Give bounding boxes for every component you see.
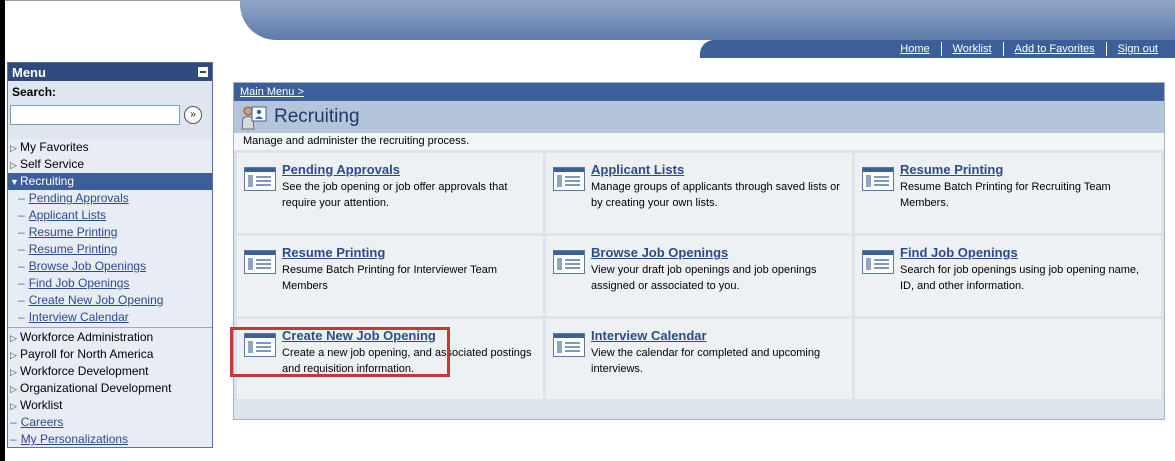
tile-description: Search for job openings using job openin… [900, 264, 1140, 292]
expand-triangle-icon: ▷ [10, 333, 17, 343]
menu-item-label: Workforce Administration [20, 330, 154, 344]
tile-resume-printing-recruiting[interactable]: Resume Printing Resume Batch Printing fo… [855, 153, 1161, 233]
page-icon [553, 250, 585, 274]
submenu-link[interactable]: Pending Approvals [29, 191, 129, 205]
tile-description: Resume Batch Printing for Recruiting Tea… [900, 181, 1111, 209]
tile-title[interactable]: Resume Printing [282, 245, 385, 260]
top-nav-bar: Home Worklist Add to Favorites Sign out [700, 40, 1175, 58]
tile-resume-printing-interviewer[interactable]: Resume Printing Resume Batch Printing fo… [237, 236, 543, 316]
empty-tile [855, 319, 1161, 399]
menu-link-label[interactable]: My Personalizations [21, 432, 128, 446]
submenu-link[interactable]: Browse Job Openings [29, 259, 146, 273]
home-link[interactable]: Home [889, 43, 940, 55]
menu-item-label: Payroll for North America [20, 347, 154, 361]
page-title-bar: Recruiting [234, 101, 1164, 133]
menu-item-self-service[interactable]: ▷ Self Service [8, 156, 212, 173]
expand-triangle-icon: ▷ [10, 401, 17, 411]
submenu-link[interactable]: Create New Job Opening [29, 293, 164, 307]
submenu-link[interactable]: Interview Calendar [29, 310, 129, 324]
recruiting-people-icon [240, 104, 268, 130]
menu-item-organizational-development[interactable]: ▷ Organizational Development [8, 380, 212, 397]
sign-out-link[interactable]: Sign out [1107, 43, 1169, 55]
submenu-item-resume-printing-2[interactable]: – Resume Printing [8, 241, 212, 258]
tile-description: View the calendar for completed and upco… [591, 347, 821, 375]
header-banner [240, 0, 1175, 40]
left-menu: Menu Search: » ▷ My Favorites ▷ Self Servi… [7, 62, 213, 448]
page-title: Recruiting [274, 106, 360, 127]
expand-triangle-icon: ▷ [10, 143, 17, 153]
page-icon [244, 250, 276, 274]
tile-title[interactable]: Browse Job Openings [591, 245, 728, 260]
menu-item-label: Organizational Development [20, 381, 172, 395]
menu-item-label: Worklist [20, 398, 63, 412]
menu-search-input[interactable] [10, 105, 180, 125]
page-icon [862, 167, 894, 191]
menu-item-workforce-development[interactable]: ▷ Workforce Development [8, 363, 212, 380]
tile-description: View your draft job openings and job ope… [591, 264, 817, 292]
tile-title[interactable]: Interview Calendar [591, 328, 707, 343]
page-icon [553, 167, 585, 191]
menu-link-label[interactable]: Careers [21, 415, 64, 429]
submenu-item-applicant-lists[interactable]: – Applicant Lists [8, 207, 212, 224]
submenu-item-pending-approvals[interactable]: – Pending Approvals [8, 190, 212, 207]
tile-find-job-openings[interactable]: Find Job Openings Search for job opening… [855, 236, 1161, 316]
submenu-link[interactable]: Resume Printing [29, 225, 118, 239]
tile-description: Manage groups of applicants through save… [591, 181, 840, 209]
highlight-box [230, 327, 450, 377]
menu-item-my-favorites[interactable]: ▷ My Favorites [8, 139, 212, 156]
tile-description: See the job opening or job offer approva… [282, 181, 508, 209]
tile-title[interactable]: Applicant Lists [591, 162, 684, 177]
menu-item-label: Recruiting [20, 174, 75, 188]
submenu-item-browse-job-openings[interactable]: – Browse Job Openings [8, 258, 212, 275]
tile-pending-approvals[interactable]: Pending Approvals See the job opening or… [237, 153, 543, 233]
submenu-item-find-job-openings[interactable]: – Find Job Openings [8, 275, 212, 292]
window-left-border [0, 0, 5, 461]
menu-list: ▷ My Favorites ▷ Self Service ▼Recruiting … [8, 139, 212, 448]
tile-title[interactable]: Find Job Openings [900, 245, 1018, 260]
menu-link-careers[interactable]: – Careers [8, 414, 212, 431]
menu-header: Menu [8, 63, 212, 81]
submenu-item-resume-printing[interactable]: – Resume Printing [8, 224, 212, 241]
tile-title[interactable]: Pending Approvals [282, 162, 400, 177]
menu-item-recruiting[interactable]: ▼Recruiting [8, 173, 212, 190]
tile-description: Resume Batch Printing for Interviewer Te… [282, 264, 497, 292]
menu-link-my-personalizations[interactable]: – My Personalizations [8, 431, 212, 448]
tile-browse-job-openings[interactable]: Browse Job Openings View your draft job … [546, 236, 852, 316]
expand-triangle-icon: ▷ [10, 350, 17, 360]
submenu-item-interview-calendar[interactable]: – Interview Calendar [8, 309, 212, 326]
tile-interview-calendar[interactable]: Interview Calendar View the calendar for… [546, 319, 852, 399]
tile-applicant-lists[interactable]: Applicant Lists Manage groups of applica… [546, 153, 852, 233]
menu-item-label: Workforce Development [20, 364, 149, 378]
expand-triangle-icon: ▷ [10, 160, 17, 170]
page-icon [553, 333, 585, 357]
collapse-triangle-icon: ▼ [10, 177, 19, 187]
expand-triangle-icon: ▷ [10, 367, 17, 377]
expand-triangle-icon: ▷ [10, 384, 17, 394]
menu-divider [8, 327, 212, 328]
menu-item-workforce-administration[interactable]: ▷ Workforce Administration [8, 329, 212, 346]
collapse-icon[interactable] [198, 67, 208, 77]
menu-search-area: Search: » [8, 81, 212, 139]
worklist-link[interactable]: Worklist [942, 43, 1003, 55]
page-icon [862, 250, 894, 274]
menu-item-worklist[interactable]: ▷ Worklist [8, 397, 212, 414]
search-label: Search: [12, 85, 57, 99]
menu-item-label: My Favorites [20, 140, 89, 154]
submenu-link[interactable]: Resume Printing [29, 242, 118, 256]
menu-item-payroll[interactable]: ▷ Payroll for North America [8, 346, 212, 363]
page-icon [244, 167, 276, 191]
breadcrumb: Main Menu > [234, 83, 1164, 101]
add-to-favorites-link[interactable]: Add to Favorites [1004, 43, 1106, 55]
submenu-item-create-new-job-opening[interactable]: – Create New Job Opening [8, 292, 212, 309]
menu-item-label: Self Service [20, 157, 85, 171]
page-description: Manage and administer the recruiting pro… [234, 133, 1164, 150]
tile-title[interactable]: Resume Printing [900, 162, 1003, 177]
search-go-icon[interactable]: » [184, 106, 202, 124]
menu-title: Menu [12, 64, 46, 80]
submenu-link[interactable]: Find Job Openings [29, 276, 130, 290]
submenu-link[interactable]: Applicant Lists [29, 208, 106, 222]
breadcrumb-main-menu[interactable]: Main Menu > [240, 86, 304, 98]
